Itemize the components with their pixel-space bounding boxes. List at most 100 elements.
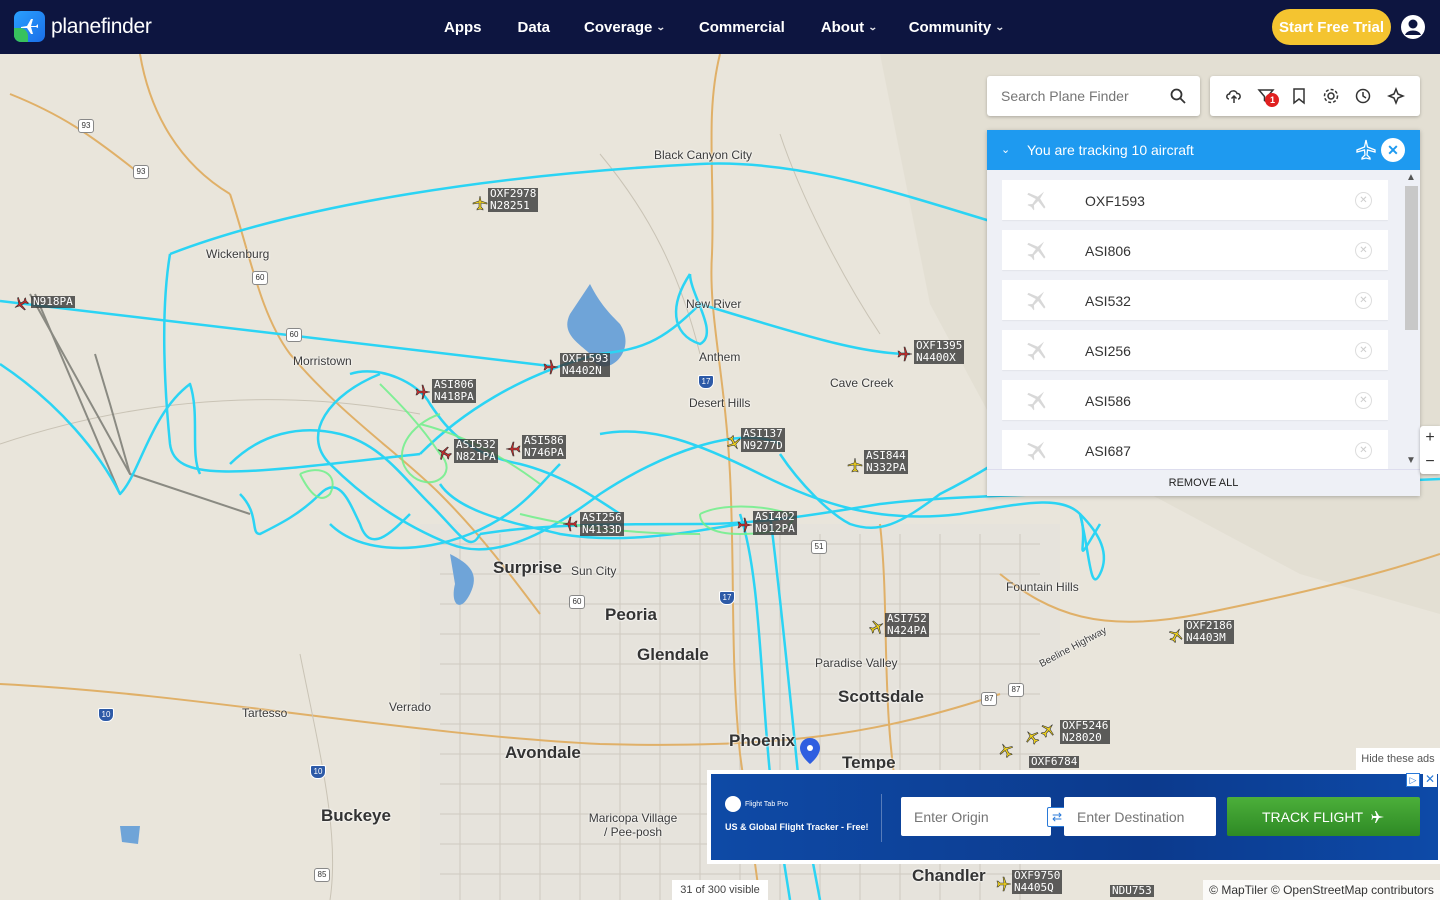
aircraft-red-icon[interactable] <box>562 516 578 532</box>
nav-apps[interactable]: Apps <box>444 19 482 36</box>
aircraft-yellow-icon[interactable] <box>726 435 742 451</box>
tracked-aircraft-row[interactable]: ASI806 ✕ <box>1002 230 1388 270</box>
search-input[interactable] <box>1001 88 1161 104</box>
aircraft-red-icon[interactable] <box>543 359 559 375</box>
remove-aircraft-icon[interactable]: ✕ <box>1355 342 1372 359</box>
aircraft-tag[interactable]: NDU753 <box>1110 885 1154 897</box>
tracked-aircraft-row[interactable]: ASI687 ✕ <box>1002 430 1388 470</box>
aircraft-yellow-icon[interactable] <box>1168 627 1184 643</box>
aircraft-red-icon[interactable] <box>897 346 913 362</box>
aircraft-yellow-icon[interactable] <box>1024 729 1040 745</box>
tag-registration: N4403M <box>1186 631 1226 644</box>
ad-close-icon[interactable]: ✕ <box>1423 773 1437 787</box>
aircraft-red-icon[interactable] <box>505 441 521 457</box>
aircraft-tag[interactable]: ASI586 N746PA <box>522 435 566 459</box>
close-panel-button[interactable]: ✕ <box>1381 138 1405 162</box>
aircraft-tag[interactable]: ASI402 N912PA <box>753 511 797 535</box>
aircraft-red-icon[interactable] <box>737 517 753 533</box>
highway-shield: 93 <box>133 165 149 179</box>
filter-button[interactable]: 1 <box>1257 87 1280 107</box>
origin-input[interactable] <box>901 797 1051 836</box>
interstate-shield: 10 <box>98 708 114 722</box>
tracked-aircraft-row[interactable]: OXF1593 ✕ <box>1002 180 1388 220</box>
history-icon[interactable] <box>1354 87 1372 105</box>
plane-outline-icon[interactable] <box>1355 139 1377 161</box>
aircraft-yellow-icon[interactable] <box>847 457 863 473</box>
zoom-in-button[interactable]: + <box>1420 426 1440 450</box>
remove-all-button[interactable]: REMOVE ALL <box>987 469 1420 496</box>
aircraft-tag[interactable]: ASI532 N821PA <box>454 439 498 463</box>
zoom-out-button[interactable]: − <box>1420 450 1440 474</box>
nav-about[interactable]: About ⌄ <box>821 19 878 36</box>
tracked-aircraft-row[interactable]: ASI586 ✕ <box>1002 380 1388 420</box>
tracked-aircraft-row[interactable]: ASI532 ✕ <box>1002 280 1388 320</box>
nav-coverage[interactable]: Coverage ⌄ <box>584 19 666 36</box>
remove-aircraft-icon[interactable]: ✕ <box>1355 242 1372 259</box>
hide-ads-link[interactable]: Hide these ads <box>1356 748 1440 770</box>
ad-logo-icon <box>725 796 741 812</box>
aircraft-tag[interactable]: ASI844 N332PA <box>864 450 908 474</box>
tracking-panel: ⌄ You are tracking 10 aircraft ✕ OXF1593… <box>987 130 1420 496</box>
aircraft-tag[interactable]: OXF2978 N28251 <box>488 188 539 212</box>
aircraft-red-icon[interactable] <box>13 296 29 312</box>
settings-icon[interactable] <box>1322 87 1340 105</box>
user-account-icon[interactable] <box>1400 14 1426 40</box>
brand-name: planefinder <box>51 14 152 38</box>
tracked-callsign: ASI256 <box>1085 343 1131 359</box>
overlay-icon[interactable] <box>1386 87 1405 105</box>
aircraft-yellow-icon[interactable] <box>472 195 488 211</box>
tag-registration: N912PA <box>755 522 795 535</box>
search-icon[interactable] <box>1170 88 1186 104</box>
remove-aircraft-icon[interactable]: ✕ <box>1355 192 1372 209</box>
aircraft-tag[interactable]: OXF1593 N4402N <box>560 353 611 377</box>
scroll-down-icon[interactable]: ▼ <box>1406 455 1416 466</box>
tracked-aircraft-list: OXF1593 ✕ ASI806 ✕ ASI532 ✕ ASI256 ✕ ASI… <box>1002 180 1388 470</box>
remove-aircraft-icon[interactable]: ✕ <box>1355 292 1372 309</box>
aircraft-red-icon[interactable] <box>415 384 431 400</box>
track-flight-label: TRACK FLIGHT <box>1261 808 1364 825</box>
aircraft-tag[interactable]: OXF9750 N4405Q <box>1012 870 1063 894</box>
nav-data[interactable]: Data <box>518 19 551 36</box>
aircraft-tag[interactable]: OXF6784 <box>1029 755 1080 768</box>
aircraft-yellow-icon[interactable] <box>869 619 885 635</box>
remove-aircraft-icon[interactable]: ✕ <box>1355 442 1372 459</box>
bookmark-icon[interactable] <box>1290 87 1308 105</box>
tag-registration: N4402N <box>562 364 602 377</box>
aircraft-yellow-icon[interactable] <box>1040 722 1056 738</box>
track-flight-button[interactable]: TRACK FLIGHT <box>1227 797 1420 836</box>
aircraft-tag[interactable]: OXF2186 N4403M <box>1184 620 1235 644</box>
aircraft-tag[interactable]: OXF1395 N4400X <box>914 340 965 364</box>
aircraft-tag[interactable]: OXF5246 N28020 <box>1060 720 1111 744</box>
nav-community[interactable]: Community ⌄ <box>909 19 1005 36</box>
chevron-down-icon: ⌄ <box>995 21 1005 32</box>
tag-callsign: OXF6784 <box>1031 755 1078 768</box>
aircraft-tag[interactable]: ASI137 N9277D <box>741 428 785 452</box>
scrollbar-thumb[interactable] <box>1405 186 1418 330</box>
aircraft-yellow-icon[interactable] <box>996 876 1012 892</box>
remove-aircraft-icon[interactable]: ✕ <box>1355 392 1372 409</box>
highway-shield: 93 <box>78 119 94 133</box>
cloud-icon[interactable] <box>1225 87 1243 105</box>
aircraft-tag[interactable]: ASI806 N418PA <box>432 379 476 403</box>
tracking-title: You are tracking 10 aircraft <box>1027 142 1194 158</box>
place-label: New River <box>686 297 742 311</box>
aircraft-red-icon[interactable] <box>436 445 452 461</box>
interstate-shield: 10 <box>310 765 326 779</box>
nav-commercial[interactable]: Commercial <box>699 19 785 36</box>
tracked-aircraft-row[interactable]: ASI256 ✕ <box>1002 330 1388 370</box>
map-attribution[interactable]: © MapTiler © OpenStreetMap contributors <box>1203 880 1440 900</box>
place-label: Anthem <box>699 350 741 364</box>
aircraft-tag[interactable]: ASI752 N424PA <box>885 613 929 637</box>
planefinder-logo[interactable]: planefinder <box>14 11 152 42</box>
aircraft-yellow-icon[interactable] <box>998 742 1014 758</box>
plane-icon <box>1027 291 1046 311</box>
tracked-callsign: ASI687 <box>1085 443 1131 459</box>
start-free-trial-button[interactable]: Start Free Trial <box>1272 9 1391 45</box>
ad-info-icon[interactable]: ▷ <box>1406 773 1420 787</box>
aircraft-tag[interactable]: N918PA <box>31 296 75 308</box>
destination-input[interactable] <box>1064 797 1216 836</box>
aircraft-tag[interactable]: ASI256 N4133D <box>580 512 624 536</box>
tracking-list-scrollbar[interactable]: ▲ ▼ <box>1403 172 1420 468</box>
chevron-down-icon[interactable]: ⌄ <box>1001 143 1010 156</box>
scroll-up-icon[interactable]: ▲ <box>1406 172 1416 183</box>
